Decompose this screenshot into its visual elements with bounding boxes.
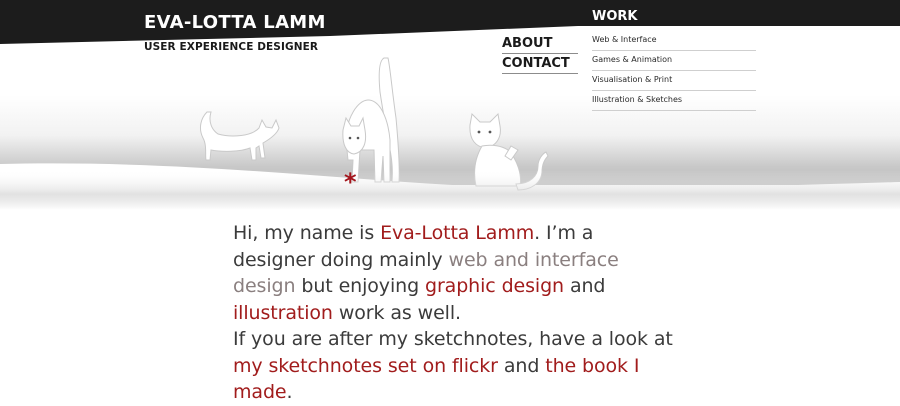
nav-divider [502, 73, 578, 74]
work-item-web-interface[interactable]: Web & Interface [592, 31, 756, 51]
intro-text-part: and [497, 354, 546, 377]
asterisk-icon: * [344, 168, 357, 196]
intro-text-part: . [286, 381, 293, 403]
intro-text-part: If you are after my sketchnotes, have a … [233, 328, 673, 350]
flickr-sketchnotes-link[interactable]: my sketchnotes set on flickr [233, 355, 498, 377]
intro-text-part: but enjoying [295, 275, 425, 297]
header-background [0, 0, 900, 210]
intro-text-part: Hi, my name is [233, 222, 381, 244]
site-name[interactable]: EVA-LOTTA LAMM [144, 12, 326, 33]
work-item-illustration-sketches[interactable]: Illustration & Sketches [592, 91, 756, 111]
work-item-visualisation-print[interactable]: Visualisation & Print [592, 71, 756, 91]
work-item-games-animation[interactable]: Games & Animation [592, 51, 756, 71]
nav-contact-link[interactable]: CONTACT [502, 54, 578, 73]
site-subtitle: USER EXPERIENCE DESIGNER [144, 41, 319, 53]
work-menu: WORK Web & Interface Games & Animation V… [592, 8, 756, 111]
main-nav: ABOUT CONTACT [502, 34, 578, 74]
intro-text-part: work as well. [332, 301, 461, 324]
graphic-design-link[interactable]: graphic design [425, 275, 564, 297]
intro-text-part: and [564, 275, 606, 297]
name-link[interactable]: Eva-Lotta Lamm [380, 222, 534, 244]
work-menu-title[interactable]: WORK [592, 8, 756, 31]
nav-about-link[interactable]: ABOUT [502, 34, 578, 53]
intro-text: Hi, my name is Eva-Lotta Lamm. I’m a des… [233, 220, 673, 406]
illustration-link[interactable]: illustration [233, 302, 333, 324]
page: EVA-LOTTA LAMM USER EXPERIENCE DESIGNER … [0, 0, 900, 403]
